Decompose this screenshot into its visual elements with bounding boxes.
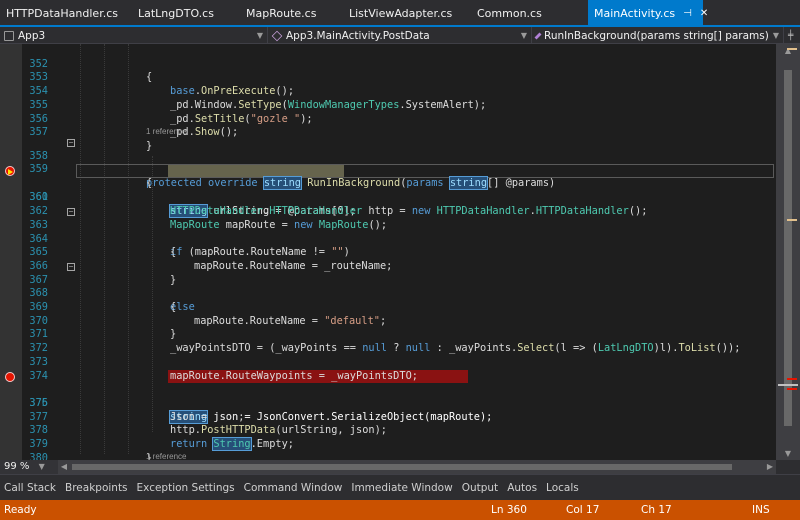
member-dropdown[interactable]: RunInBackground(params string[] params) … xyxy=(532,27,784,44)
scroll-down-icon[interactable]: ▼ xyxy=(776,449,800,458)
code-line: 379 } xyxy=(0,424,776,460)
status-column: Col 17 xyxy=(566,504,600,516)
code-line: 370 } xyxy=(0,301,776,341)
tab-output[interactable]: Output xyxy=(462,482,498,494)
tab-label: Common.cs xyxy=(477,7,542,20)
collapse-icon[interactable]: − xyxy=(67,262,75,271)
tab-immediate-window[interactable]: Immediate Window xyxy=(351,482,452,494)
code-line: 359 { xyxy=(0,150,776,189)
code-line: 367 − else xyxy=(0,260,776,313)
code-line: 354 _pd.Window.SetType(WindowManagerType… xyxy=(0,71,776,111)
tab-label: ListViewAdapter.cs xyxy=(349,7,453,20)
project-dropdown[interactable]: App3 ▼ xyxy=(0,27,268,44)
code-line: 362 MapRoute mapRoute = new MapRoute(); xyxy=(0,191,776,231)
zoom-dropdown[interactable]: 99 % ▼ xyxy=(0,460,58,474)
status-line: Ln 360 xyxy=(491,504,527,516)
tab-label: MapRoute.cs xyxy=(246,7,317,20)
scroll-left-icon[interactable]: ◀ xyxy=(58,460,70,474)
code-line: 378 return String.Empty; xyxy=(0,411,776,451)
code-lens-references[interactable]: 1 reference xyxy=(146,452,186,460)
code-line: 355 _pd.SetTitle("gozle "); xyxy=(0,85,776,125)
scroll-marker xyxy=(787,388,797,390)
tab-label: LatLngDTO.cs xyxy=(138,7,214,20)
status-insert-mode: INS xyxy=(752,504,770,516)
code-line: 357 } xyxy=(0,113,776,152)
tab-latlngdto[interactable]: LatLngDTO.cs xyxy=(132,0,240,27)
code-line: 375 string json = JsonConvert.SerializeO… xyxy=(0,370,776,424)
code-line: 364 { xyxy=(0,219,776,259)
code-line: 374 xyxy=(0,356,776,382)
project-dropdown-label: App3 xyxy=(18,29,46,42)
code-line: 371 _wayPointsDTO = (_wayPoints == null … xyxy=(0,315,776,354)
chevron-down-icon: ▼ xyxy=(772,31,779,40)
status-bar: Ready Ln 360 Col 17 Ch 17 INS xyxy=(0,500,800,520)
code-line: 376 Json = json; xyxy=(0,383,776,423)
tab-listviewadapter[interactable]: ListViewAdapter.cs xyxy=(343,0,471,27)
breakpoint-current-statement-icon[interactable] xyxy=(5,166,15,176)
tab-label: MainActivity.cs xyxy=(594,7,676,20)
tab-httpdatahandler[interactable]: HTTPDataHandler.cs xyxy=(0,0,132,27)
scrollbar-thumb[interactable] xyxy=(72,464,732,470)
tab-mainactivity[interactable]: MainActivity.cs ⊣ ✕ xyxy=(588,0,708,27)
vertical-scrollbar[interactable]: ▲ ▼ xyxy=(776,44,800,460)
code-line: 366 } xyxy=(0,246,776,286)
method-icon xyxy=(534,32,542,39)
tab-maproute[interactable]: MapRoute.cs xyxy=(240,0,343,27)
scrollbar-thumb[interactable] xyxy=(784,70,792,426)
document-tab-strip: HTTPDataHandler.cs LatLngDTO.cs MapRoute… xyxy=(0,0,800,27)
status-text: Ready xyxy=(4,504,37,516)
csharp-project-icon xyxy=(4,30,14,41)
zoom-level: 99 % xyxy=(4,461,30,472)
code-lens-references[interactable]: 1 reference xyxy=(146,127,186,136)
type-dropdown[interactable]: App3.MainActivity.PostData ▼ xyxy=(268,27,532,44)
line-number: 380 xyxy=(29,451,48,460)
tab-locals[interactable]: Locals xyxy=(546,482,579,494)
tab-label: HTTPDataHandler.cs xyxy=(6,7,118,20)
member-dropdown-label: RunInBackground(params string[] params) xyxy=(544,29,769,42)
tab-exception-settings[interactable]: Exception Settings xyxy=(137,482,235,494)
code-line: 361 HTTPDataHandler.HTTPDataHandler http… xyxy=(0,178,776,217)
horizontal-scrollbar[interactable]: ◀ ▶ xyxy=(58,460,776,474)
collapse-icon[interactable]: − xyxy=(67,139,75,147)
pin-icon[interactable]: ⊣ xyxy=(683,8,692,19)
code-line: 377 http.PostHTTPData(urlString, json); xyxy=(0,397,776,437)
code-line: 356 _pd.Show(); xyxy=(0,99,776,139)
code-line: 363 − if (mapRoute.RouteName != "") xyxy=(0,205,776,259)
code-line: 365 mapRoute.RouteName = _routeName; xyxy=(0,233,776,272)
tool-window-tabs: Call Stack Breakpoints Exception Setting… xyxy=(0,474,800,500)
breakpoint-icon[interactable] xyxy=(5,371,15,382)
navigation-bar: App3 ▼ App3.MainActivity.PostData ▼ RunI… xyxy=(0,27,800,44)
code-line: 352 { xyxy=(0,44,776,84)
code-line: 380 xyxy=(0,438,776,460)
tab-call-stack[interactable]: Call Stack xyxy=(4,482,56,494)
tab-autos[interactable]: Autos xyxy=(507,482,537,494)
status-char: Ch 17 xyxy=(641,504,672,516)
code-line: 372 xyxy=(0,328,776,354)
tab-breakpoints[interactable]: Breakpoints xyxy=(65,482,128,494)
caret-position-marker xyxy=(778,384,798,386)
code-line: 358 − protected override string RunInBac… xyxy=(0,136,776,191)
scroll-marker xyxy=(787,219,797,221)
type-dropdown-label: App3.MainActivity.PostData xyxy=(286,29,430,42)
chevron-down-icon: ▼ xyxy=(520,31,527,40)
code-line: 368 { xyxy=(0,274,776,313)
tab-common[interactable]: Common.cs xyxy=(471,0,588,27)
scroll-right-icon[interactable]: ▶ xyxy=(764,460,776,474)
scroll-marker xyxy=(787,378,797,380)
editor-bottom-bar: 99 % ▼ ◀ ▶ xyxy=(0,460,800,474)
chevron-down-icon: ▼ xyxy=(256,31,263,40)
code-editor[interactable]: 352 { 353 base.OnPreExecute(); 354 _pd.W… xyxy=(0,44,776,460)
tab-command-window[interactable]: Command Window xyxy=(244,482,343,494)
class-icon xyxy=(271,30,283,41)
scroll-marker xyxy=(787,48,797,50)
code-line: 369 mapRoute.RouteName = "default"; xyxy=(0,287,776,327)
split-window-button[interactable]: ╪ xyxy=(784,27,800,44)
collapse-icon[interactable]: − xyxy=(67,208,75,217)
code-line: 353 base.OnPreExecute(); xyxy=(0,58,776,97)
close-icon[interactable]: ✕ xyxy=(700,8,708,19)
code-line: 373 mapRoute.RouteWaypoints = _wayPoints… xyxy=(0,342,776,382)
chevron-down-icon: ▼ xyxy=(38,462,45,471)
code-line: 360 string urlString = @params[0]; xyxy=(0,164,776,219)
